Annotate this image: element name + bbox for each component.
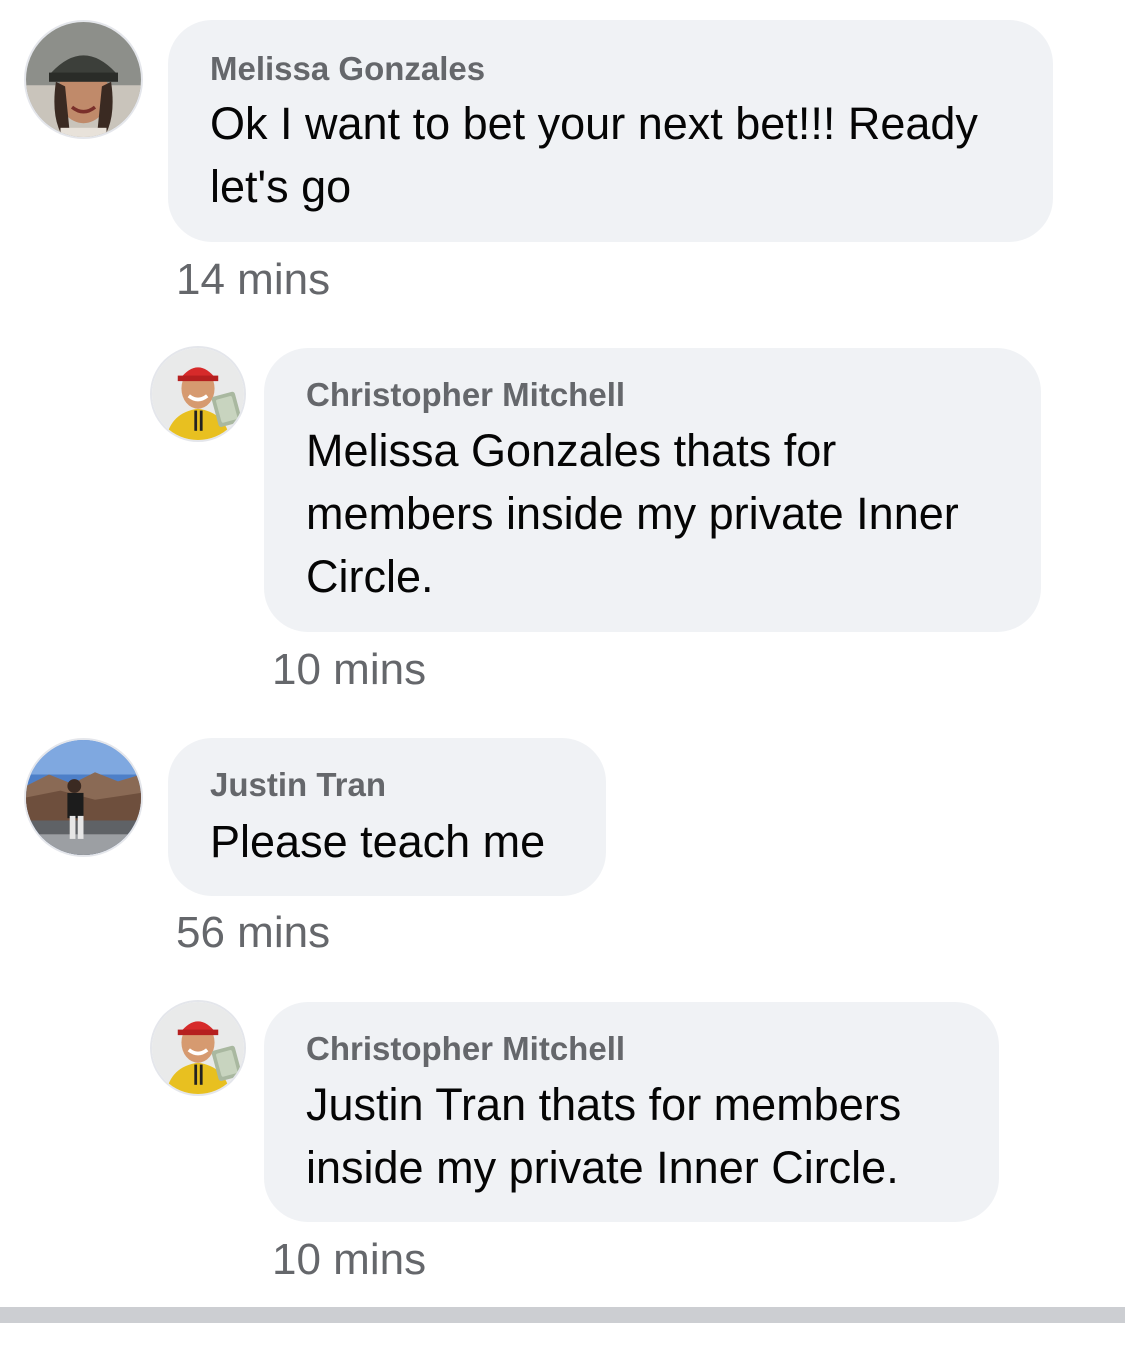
reply-christopher-mitchell-2: Christopher Mitchell Justin Tran thats f… [0, 0, 1125, 1300]
reply-text-line: Justin Tran thats for members [306, 1079, 902, 1130]
reply-author[interactable]: Christopher Mitchell [306, 1030, 625, 1068]
reply-timestamp[interactable]: 10 mins [272, 1235, 426, 1285]
christopher-mitchell-avatar[interactable] [152, 1002, 244, 1094]
reply-text-line: inside my private Inner Circle. [306, 1142, 899, 1193]
man-red-cap-cash-avatar-icon [152, 1002, 244, 1094]
bottom-divider [0, 1307, 1125, 1323]
reply-bubble[interactable]: Christopher Mitchell Justin Tran thats f… [264, 1002, 999, 1222]
